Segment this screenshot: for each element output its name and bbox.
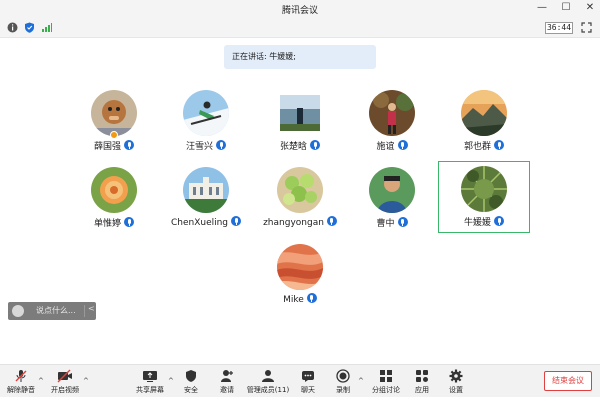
record-button[interactable]: 录制 [333, 369, 353, 395]
breakout-rooms-button[interactable]: 分组讨论 [370, 369, 402, 395]
shield-icon[interactable] [24, 22, 35, 33]
maximize-button[interactable]: ☐ [560, 2, 572, 14]
start-video-button[interactable]: 开启视频 [48, 369, 82, 395]
microphone-icon [397, 217, 408, 227]
avatar [461, 166, 507, 212]
participant-name: 施谊 [376, 142, 395, 152]
participant-name: 单惟婷 [93, 219, 121, 229]
collapse-arrow-icon[interactable]: < [88, 304, 95, 313]
microphone-icon [326, 216, 337, 226]
microphone-icon [124, 217, 134, 227]
title-bar: 腾讯会议 — ☐ ✕ [0, 0, 600, 18]
participant-name: 薛国强 [93, 142, 121, 152]
bottom-toolbar: 解除静音 ^ 开启视频 ^ 共享屏幕 ^ 安全 邀请 管理成员(11) 聊天 录… [0, 364, 600, 397]
security-button[interactable]: 安全 [180, 369, 202, 395]
chat-button[interactable]: 聊天 [298, 369, 318, 395]
avatar [183, 167, 229, 213]
record-options-chevron-icon[interactable]: ^ [358, 377, 364, 385]
microphone-icon [397, 140, 408, 150]
minimize-button[interactable]: — [536, 2, 548, 14]
avatar [369, 167, 415, 213]
microphone-icon [216, 140, 226, 150]
chat-quick-input[interactable]: 说点什么... < [8, 302, 96, 320]
chat-placeholder: 说点什么... [36, 306, 76, 315]
participant-name: 汪雪兴 [185, 142, 213, 152]
microphone-icon [310, 140, 320, 150]
participant-tile[interactable]: 薛国强 [68, 84, 160, 156]
participant-name: 牛媛媛 [463, 218, 491, 228]
participant-name: 郭也群 [463, 142, 491, 152]
participant-tile[interactable]: 单惟婷 [68, 161, 160, 233]
info-icon[interactable] [7, 22, 18, 33]
participant-name: zhangyongan [263, 218, 324, 228]
chat-icon [302, 371, 314, 382]
participant-tile[interactable]: ChenXueling [160, 161, 252, 233]
invite-button[interactable]: 邀请 [216, 369, 238, 395]
participant-tile[interactable]: 汪雪兴 [160, 84, 252, 156]
avatar [277, 90, 323, 136]
avatar [91, 167, 137, 213]
host-badge-icon [110, 131, 118, 139]
emoji-icon[interactable] [12, 305, 24, 317]
members-icon [262, 370, 274, 382]
avatar [369, 90, 415, 136]
avatar [277, 167, 323, 213]
video-options-chevron-icon[interactable]: ^ [83, 377, 89, 385]
avatar [91, 90, 137, 136]
share-screen-button[interactable]: 共享屏幕 [133, 369, 167, 395]
meeting-timer: 36:44 [545, 22, 573, 34]
participant-tile[interactable]: 曹中 [346, 161, 438, 233]
camera-off-icon [57, 369, 72, 383]
manage-members-button[interactable]: 管理成员(11) [246, 369, 290, 395]
participant-name: 张楚晗 [279, 142, 307, 152]
share-screen-icon [143, 371, 157, 382]
window-title: 腾讯会议 [281, 6, 318, 16]
unmute-button[interactable]: 解除静音 [6, 369, 36, 395]
microphone-icon [494, 140, 504, 150]
record-icon [336, 369, 350, 383]
meeting-window: 腾讯会议 — ☐ ✕ 36:44 正在讲话: 牛媛媛; 薛国强 汪雪兴 张楚晗 … [0, 0, 600, 397]
speaking-indicator: 正在讲话: 牛媛媛; [224, 45, 376, 69]
close-button[interactable]: ✕ [584, 2, 596, 14]
microphone-icon [231, 216, 242, 226]
settings-button[interactable]: 设置 [446, 369, 466, 395]
audio-options-chevron-icon[interactable]: ^ [38, 377, 44, 385]
shield-icon [186, 370, 196, 382]
apps-button[interactable]: 应用 [412, 369, 432, 395]
participant-tile[interactable]: 施谊 [346, 84, 438, 156]
avatar [183, 90, 229, 136]
share-options-chevron-icon[interactable]: ^ [168, 377, 174, 385]
participant-name: 曹中 [376, 219, 395, 229]
participant-tile[interactable]: Mike [254, 238, 346, 310]
status-bar: 36:44 [0, 18, 600, 38]
end-meeting-button[interactable]: 结束会议 [544, 371, 592, 391]
apps-icon [416, 370, 428, 382]
participant-tile[interactable]: 郭也群 [438, 84, 530, 156]
participant-tile[interactable]: 张楚晗 [254, 84, 346, 156]
participant-tile[interactable]: zhangyongan [254, 161, 346, 233]
fullscreen-icon[interactable] [581, 22, 592, 33]
avatar [461, 90, 507, 136]
microphone-icon [306, 293, 317, 303]
participant-tile-active-speaker[interactable]: 牛媛媛 [438, 161, 530, 233]
avatar [277, 244, 323, 290]
gear-icon [449, 369, 463, 383]
microphone-muted-icon [15, 370, 27, 382]
signal-icon[interactable] [41, 22, 52, 33]
participant-name: ChenXueling [170, 218, 229, 228]
microphone-icon [494, 216, 504, 226]
breakout-rooms-icon [380, 370, 392, 382]
add-user-icon [221, 370, 233, 382]
microphone-icon [124, 140, 134, 150]
participant-name: Mike [283, 295, 304, 305]
